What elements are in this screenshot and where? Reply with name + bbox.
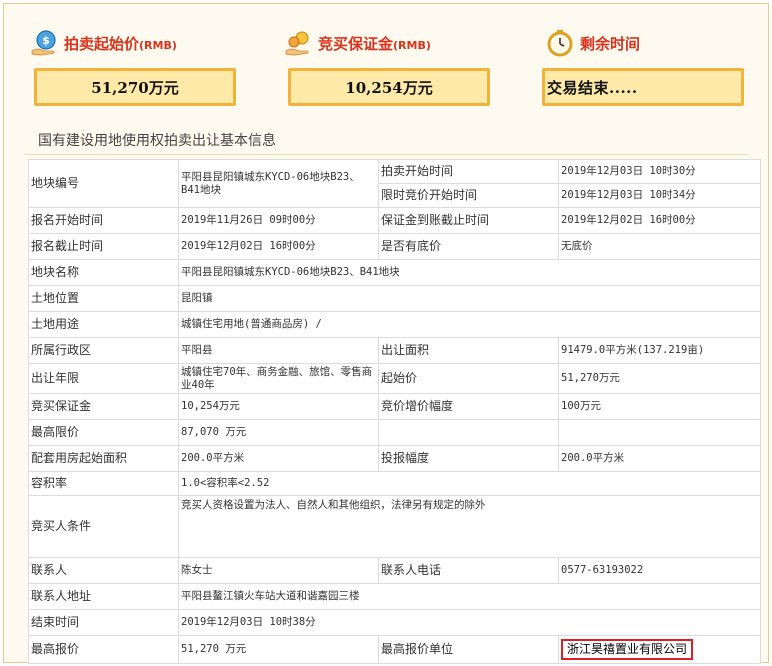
empty-cell	[378, 419, 559, 446]
remaining-value: 交易结束.....	[542, 68, 744, 106]
bid-step-label: 投报幅度	[378, 445, 559, 472]
start-price-header: $ 拍卖起始价(RMB)	[30, 28, 177, 58]
table-row: 所属行政区 平阳县 出让面积 91479.0平方米(137.219亩)	[28, 337, 761, 364]
conditions-label: 竞买人条件	[28, 495, 179, 558]
deposit-deadline-label: 保证金到账截止时间	[378, 207, 559, 234]
location-value: 昆阳镇	[178, 285, 761, 312]
start-price-value: 51,270万元	[34, 68, 236, 106]
table-row: 地块名称 平阳县昆阳镇城东KYCD-06地块B23、B41地块	[28, 259, 761, 286]
far-value: 1.0<容积率<2.52	[178, 471, 761, 496]
reserve-value: 无底价	[558, 233, 761, 260]
reserve-label: 是否有底价	[378, 233, 559, 260]
table-row: 最高报价 51,270 万元 最高报价单位 浙江昊禧置业有限公司	[28, 635, 761, 664]
start-price-cell: 51,270万元	[558, 363, 761, 394]
auction-start-label: 拍卖开始时间	[378, 159, 559, 184]
remaining-title: 剩余时间	[580, 34, 641, 53]
table-row: 地块编号 平阳县昆阳镇城东KYCD-06地块B23、B41地块 拍卖开始时间 2…	[28, 159, 761, 208]
top-bid-label: 最高报价	[28, 635, 179, 664]
term-label: 出让年限	[28, 363, 179, 394]
parcel-name-label: 地块名称	[28, 259, 179, 286]
section-title: 国有建设用地使用权拍卖出让基本信息	[38, 133, 276, 149]
top-bidder-highlight: 浙江昊禧置业有限公司	[561, 639, 694, 660]
table-row: 报名截止时间 2019年12月02日 16时00分 是否有底价 无底价	[28, 233, 761, 260]
location-label: 土地位置	[28, 285, 179, 312]
conditions-value: 竞买人资格设置为法人、自然人和其他组织，法律另有规定的除外	[178, 495, 761, 558]
table-row: 联系人 陈女士 联系人电话 0577-63193022	[28, 557, 761, 584]
signup-end-value: 2019年12月02日 16时00分	[178, 233, 379, 260]
table-row: 结束时间 2019年12月03日 10时38分	[28, 609, 761, 636]
table-row: 土地位置 昆阳镇	[28, 285, 761, 312]
parcel-no-label: 地块编号	[28, 159, 179, 208]
parcel-no-value: 平阳县昆阳镇城东KYCD-06地块B23、B41地块	[178, 159, 379, 208]
info-table: 地块编号 平阳县昆阳镇城东KYCD-06地块B23、B41地块 拍卖开始时间 2…	[28, 159, 761, 664]
signup-start-value: 2019年11月26日 09时00分	[178, 207, 379, 234]
limited-start-label: 限时竞价开始时间	[378, 183, 559, 208]
contact-value: 陈女士	[178, 557, 379, 584]
coin-hand-icon	[285, 31, 309, 56]
table-row: 出让年限 城镇住宅70年、商务金融、旅馆、零售商业40年 起始价 51,270万…	[28, 363, 761, 394]
clock-icon	[547, 30, 573, 57]
usage-label: 土地用途	[28, 311, 179, 338]
area-label: 出让面积	[378, 337, 559, 364]
signup-end-label: 报名截止时间	[28, 233, 179, 260]
auction-start-value: 2019年12月03日 10时30分	[558, 159, 761, 184]
phone-value: 0577-63193022	[558, 557, 761, 584]
far-label: 容积率	[28, 471, 179, 496]
table-row: 容积率 1.0<容积率<2.52	[28, 471, 761, 496]
table-row: 土地用途 城镇住宅用地(普通商品房) /	[28, 311, 761, 338]
deposit-deadline-value: 2019年12月02日 16时00分	[558, 207, 761, 234]
district-value: 平阳县	[178, 337, 379, 364]
max-price-value: 87,070 万元	[178, 419, 379, 446]
table-row: 最高限价 87,070 万元	[28, 419, 761, 446]
top-bidder-label: 最高报价单位	[378, 635, 559, 664]
district-label: 所属行政区	[28, 337, 179, 364]
table-row: 竞买保证金 10,254万元 竞价增价幅度 100万元	[28, 393, 761, 420]
increment-label: 竞价增价幅度	[378, 393, 559, 420]
svg-text:$: $	[42, 34, 50, 47]
auction-panel: $ 拍卖起始价(RMB) 竞买保证金(RMB) 剩余时间 51,270万元 10…	[3, 3, 769, 664]
deposit-header: 竞买保证金(RMB)	[284, 28, 431, 58]
money-hand-icon: $	[31, 30, 56, 56]
max-price-label: 最高限价	[28, 419, 179, 446]
area-value: 91479.0平方米(137.219亩)	[558, 337, 761, 364]
end-time-value: 2019年12月03日 10时38分	[178, 609, 761, 636]
parcel-name-value: 平阳县昆阳镇城东KYCD-06地块B23、B41地块	[178, 259, 761, 286]
end-time-label: 结束时间	[28, 609, 179, 636]
top-bid-value: 51,270 万元	[178, 635, 379, 664]
start-price-title: 拍卖起始价(RMB)	[64, 34, 177, 53]
limited-start-value: 2019年12月03日 10时34分	[558, 183, 761, 208]
phone-label: 联系人电话	[378, 557, 559, 584]
deposit-value: 10,254万元	[288, 68, 490, 106]
deposit-title: 竞买保证金(RMB)	[318, 34, 431, 53]
increment-value: 100万元	[558, 393, 761, 420]
deposit-cell: 10,254万元	[178, 393, 379, 420]
remaining-header: 剩余时间	[546, 28, 640, 58]
usage-value: 城镇住宅用地(普通商品房) /	[178, 311, 761, 338]
address-label: 联系人地址	[28, 583, 179, 610]
table-row: 报名开始时间 2019年11月26日 09时00分 保证金到账截止时间 2019…	[28, 207, 761, 234]
section-divider	[24, 154, 748, 155]
bid-step-value: 200.0平方米	[558, 445, 761, 472]
contact-label: 联系人	[28, 557, 179, 584]
table-row: 联系人地址 平阳县鳌江镇火车站大道和谐嘉园三楼	[28, 583, 761, 610]
top-bidder-cell: 浙江昊禧置业有限公司	[558, 635, 761, 664]
table-row: 配套用房起始面积 200.0平方米 投报幅度 200.0平方米	[28, 445, 761, 472]
signup-start-label: 报名开始时间	[28, 207, 179, 234]
housing-area-label: 配套用房起始面积	[28, 445, 179, 472]
empty-cell	[558, 419, 761, 446]
start-price-label: 起始价	[378, 363, 559, 394]
address-value: 平阳县鳌江镇火车站大道和谐嘉园三楼	[178, 583, 761, 610]
term-value: 城镇住宅70年、商务金融、旅馆、零售商业40年	[178, 363, 379, 394]
price-header: $ 拍卖起始价(RMB) 竞买保证金(RMB) 剩余时间 51,270万元 10…	[4, 4, 768, 124]
deposit-label: 竞买保证金	[28, 393, 179, 420]
table-row: 竞买人条件 竞买人资格设置为法人、自然人和其他组织，法律另有规定的除外	[28, 495, 761, 558]
housing-area-value: 200.0平方米	[178, 445, 379, 472]
